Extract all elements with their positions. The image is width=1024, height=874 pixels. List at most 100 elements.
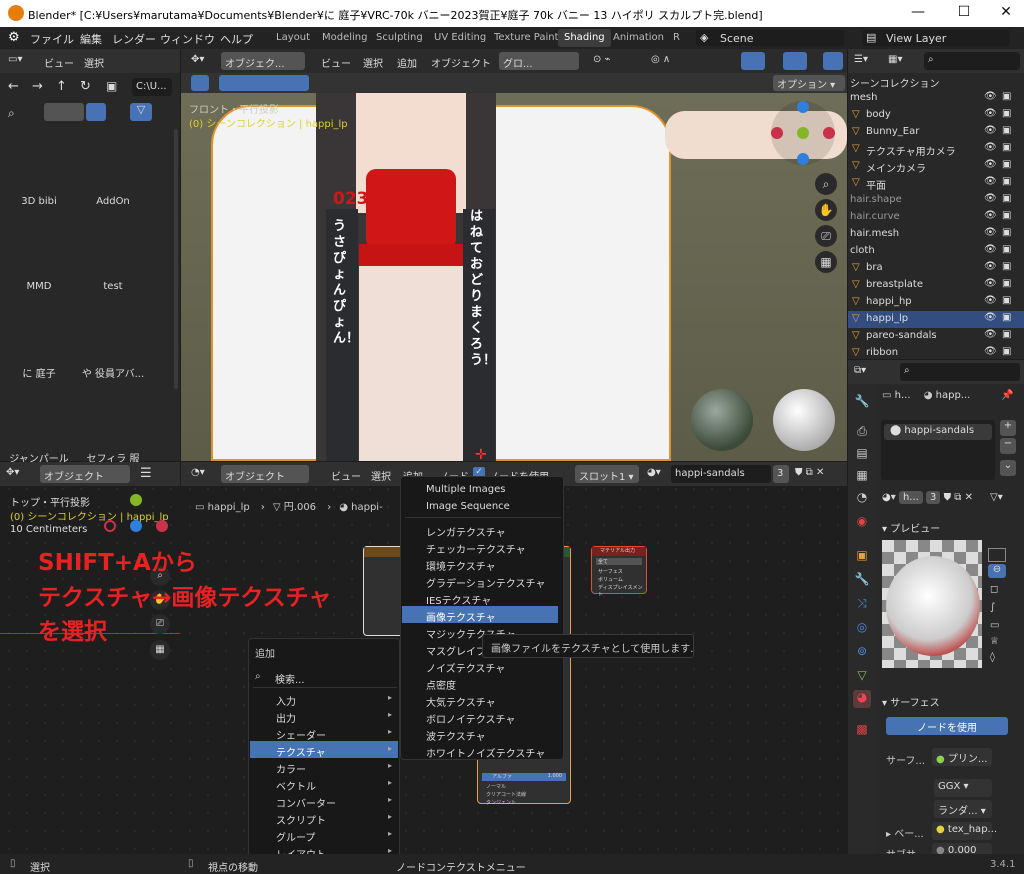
menu-render[interactable]: レンダー bbox=[112, 31, 156, 47]
xray-toggle[interactable] bbox=[823, 52, 843, 70]
render-tab-icon[interactable]: ⎙ bbox=[853, 424, 871, 442]
gizmo-toggle[interactable] bbox=[741, 52, 765, 70]
user-count[interactable]: 3 bbox=[926, 491, 941, 504]
texture-menu-item[interactable]: レンガテクスチャ bbox=[402, 521, 558, 539]
texture-menu-item[interactable]: IESテクスチャ bbox=[402, 589, 558, 607]
scene-collection[interactable]: シーンコレクション bbox=[850, 75, 940, 90]
outliner-row[interactable]: ▽ happi_hp 👁 ▣ bbox=[848, 294, 1024, 311]
outliner-row[interactable]: ▽ Bunny_Ear 👁 ▣ bbox=[848, 124, 1024, 141]
outliner-row[interactable]: ▽ pareo-sandals 👁 ▣ bbox=[848, 328, 1024, 345]
material-name-field[interactable]: happi-sandals bbox=[671, 465, 771, 483]
scene-name[interactable]: Scene bbox=[720, 32, 754, 45]
visibility-eye-icon[interactable]: 👁 bbox=[984, 142, 997, 153]
render-camera-icon[interactable]: ▣ bbox=[1002, 193, 1011, 204]
material-browse-icon[interactable]: ◕▾ bbox=[882, 492, 896, 503]
gizmo-x-axis[interactable] bbox=[823, 127, 835, 139]
perspective-grid-icon[interactable]: ▦ bbox=[815, 251, 837, 273]
outliner-row[interactable]: ▽ breastplate 👁 ▣ bbox=[848, 277, 1024, 294]
slot-select[interactable]: スロット1 ▾ bbox=[575, 465, 639, 483]
outliner-row[interactable]: ▽ テクスチャ用カメラ 👁 ▣ bbox=[848, 141, 1024, 158]
bsdf-alpha-row[interactable]: アルファ 1.000 bbox=[482, 773, 566, 781]
vp-menu-add[interactable]: 追加 bbox=[397, 55, 417, 70]
tab-layout[interactable]: Layout bbox=[270, 29, 316, 47]
menu-edit[interactable]: 編集 bbox=[80, 31, 102, 47]
visibility-eye-icon[interactable]: 👁 bbox=[984, 210, 997, 221]
render-camera-icon[interactable]: ▣ bbox=[1002, 142, 1011, 153]
visibility-eye-icon[interactable]: 👁 bbox=[984, 278, 997, 289]
fb-menu-select[interactable]: 選択 bbox=[84, 55, 104, 70]
preview-monkey-icon[interactable]: ▭ bbox=[990, 620, 999, 631]
add-menu-item[interactable]: コンバーター ▸ bbox=[250, 792, 398, 810]
editor-type-icon[interactable]: ✥▾ bbox=[191, 54, 204, 65]
render-camera-icon[interactable]: ▣ bbox=[1002, 108, 1011, 119]
visibility-eye-icon[interactable]: 👁 bbox=[984, 346, 997, 357]
material-slot-item[interactable]: ⬤ happi-sandals bbox=[884, 424, 992, 440]
camera-icon[interactable]: ⎚ bbox=[815, 225, 837, 247]
render-camera-icon[interactable]: ▣ bbox=[1002, 329, 1011, 340]
gizmo-y-axis[interactable] bbox=[797, 127, 809, 139]
props-type-icon[interactable]: ⧉▾ bbox=[854, 365, 866, 376]
fb-menu-view[interactable]: ビュー bbox=[44, 55, 74, 70]
subsurface-method-select[interactable]: ランダ... ▾ bbox=[934, 800, 992, 818]
path-field[interactable]: C:\U... bbox=[132, 78, 172, 96]
options-dropdown[interactable]: オプション ▾ bbox=[773, 75, 845, 91]
vp-menu-object[interactable]: オブジェクト bbox=[431, 55, 491, 70]
render-camera-icon[interactable]: ▣ bbox=[1002, 91, 1011, 102]
tab-more[interactable]: R bbox=[667, 29, 686, 47]
snap-icon[interactable]: ⊙ ⌁ bbox=[593, 54, 611, 65]
menu-file[interactable]: ファイル bbox=[30, 31, 74, 47]
visibility-eye-icon[interactable]: 👁 bbox=[984, 108, 997, 119]
constraints-tab-icon[interactable]: ⊚ bbox=[853, 644, 871, 662]
outliner-row[interactable]: hair.curve 👁 ▣ bbox=[848, 209, 1024, 226]
visibility-eye-icon[interactable]: 👁 bbox=[984, 91, 997, 102]
gizmo-y-axis[interactable] bbox=[130, 494, 142, 506]
tab-modeling[interactable]: Modeling bbox=[316, 29, 374, 47]
select-mode-buttons[interactable] bbox=[219, 75, 309, 91]
folder-icon[interactable] bbox=[92, 148, 136, 182]
preview-panel-header[interactable]: ▾ プレビュー bbox=[882, 520, 940, 535]
physics-tab-icon[interactable]: ◎ bbox=[853, 620, 871, 638]
visibility-eye-icon[interactable]: 👁 bbox=[984, 261, 997, 272]
folder-icon[interactable] bbox=[18, 233, 62, 267]
refresh-icon[interactable]: ↻ bbox=[80, 79, 91, 94]
pin-icon[interactable]: 📌 bbox=[1001, 390, 1013, 401]
remove-slot-button[interactable]: − bbox=[1000, 438, 1016, 454]
close-button[interactable]: ✕ bbox=[996, 4, 1016, 20]
visibility-eye-icon[interactable]: 👁 bbox=[984, 227, 997, 238]
object-type-select[interactable]: オブジェクト bbox=[221, 465, 309, 483]
texture-menu-item[interactable]: ボロノイテクスチャ bbox=[402, 708, 558, 726]
vp-menu-view[interactable]: ビュー bbox=[321, 55, 351, 70]
editor-type-icon[interactable]: ✥▾ bbox=[6, 467, 19, 478]
world-tab-icon[interactable]: ◉ bbox=[853, 514, 871, 532]
material-output-node[interactable]: マテリアル出力 全て サーフェス ボリューム ディスプレイスメント bbox=[591, 546, 647, 598]
texture-menu-item[interactable]: 画像テクスチャ bbox=[402, 606, 558, 624]
context-object[interactable]: h... bbox=[895, 390, 911, 401]
surface-shader-field[interactable]: ● プリン... bbox=[932, 748, 992, 766]
maximize-button[interactable]: ☐ bbox=[954, 4, 974, 20]
material-tab-icon[interactable]: ◕ bbox=[853, 690, 871, 708]
preview-flat-icon[interactable] bbox=[988, 548, 1006, 562]
texture-menu-item[interactable]: グラデーションテクスチャ bbox=[402, 572, 558, 590]
preview-cloth-icon[interactable]: ♕ bbox=[990, 636, 999, 647]
back-icon[interactable]: ← bbox=[8, 79, 19, 94]
folder-icon[interactable] bbox=[18, 402, 62, 436]
visibility-eye-icon[interactable]: 👁 bbox=[984, 159, 997, 170]
thumbnail-mode-icon[interactable] bbox=[86, 103, 106, 121]
transform-orientation[interactable]: グロ... bbox=[499, 52, 579, 70]
fake-user-icon[interactable]: ⛊ bbox=[944, 492, 952, 503]
visibility-eye-icon[interactable]: 👁 bbox=[984, 312, 997, 323]
display-mode-icon[interactable] bbox=[44, 103, 84, 121]
use-nodes-button[interactable]: ノードを使用 bbox=[886, 717, 1008, 735]
display-mode-icon[interactable]: ▦▾ bbox=[888, 54, 902, 65]
object-tab-icon[interactable]: ▣ bbox=[853, 548, 871, 566]
pan-hand-icon[interactable]: ✋ bbox=[815, 199, 837, 221]
folder-icon[interactable] bbox=[92, 402, 136, 436]
preview-cube-icon[interactable]: ◻ bbox=[990, 584, 998, 595]
modifier-tab-icon[interactable]: 🔧 bbox=[853, 572, 871, 590]
filter-icon[interactable]: ▽ bbox=[130, 103, 152, 121]
particles-tab-icon[interactable]: ⤨ bbox=[853, 596, 871, 614]
parent-dir-icon[interactable]: ↑ bbox=[56, 79, 67, 94]
view-layer-name[interactable]: View Layer bbox=[886, 32, 946, 45]
search-icon[interactable]: ⌕ bbox=[8, 106, 15, 121]
outliner-row[interactable]: ▽ body 👁 ▣ bbox=[848, 107, 1024, 124]
